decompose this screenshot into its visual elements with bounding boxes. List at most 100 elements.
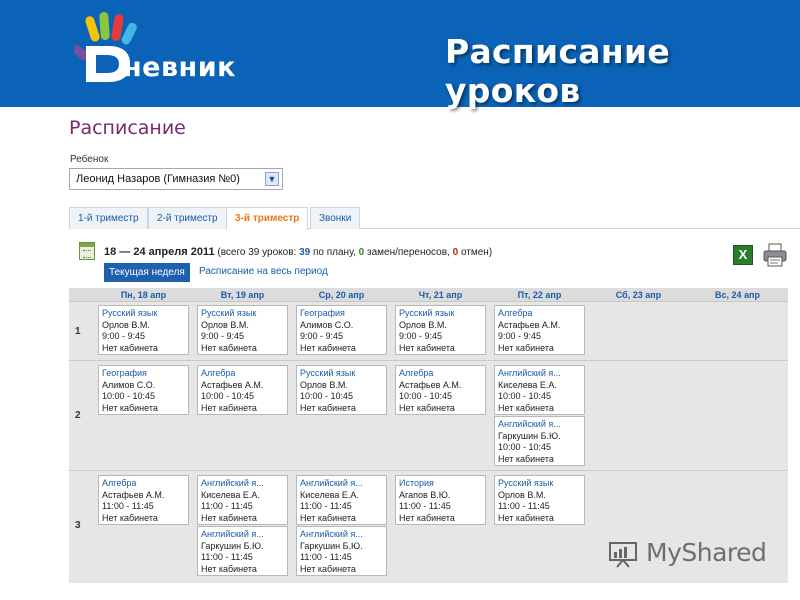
lesson-room: Нет кабинета [399, 512, 455, 523]
lesson-teacher: Орлов В.М. [201, 319, 249, 330]
lesson-subject[interactable]: География [102, 368, 185, 380]
lesson-teacher: Орлов В.М. [102, 319, 150, 330]
lesson-card[interactable]: Русский язык Орлов В.М. 11:00 - 11:45 Нет к… [494, 475, 585, 525]
lesson-subject[interactable]: Английский я... [300, 478, 383, 490]
lesson-teacher: Астафьев А.М. [498, 319, 561, 330]
day-header: Вт, 19 апр [220, 290, 265, 300]
lesson-subject[interactable]: Русский язык [300, 368, 383, 380]
calendar-icon[interactable] [79, 242, 95, 260]
lesson-teacher: Астафьев А.М. [399, 379, 462, 390]
summary-planned-word: по плану, [312, 247, 356, 258]
presentation-icon [609, 542, 637, 568]
lesson-room: Нет кабинета [498, 512, 554, 523]
lesson-subject[interactable]: Английский я... [498, 368, 581, 380]
lesson-card[interactable]: Алгебра Астафьев А.М. 10:00 - 10:45 Нет каб… [197, 365, 288, 415]
summary-changes: 0 [358, 247, 365, 258]
lesson-room: Нет кабинета [102, 342, 158, 353]
lesson-time: 11:00 - 11:45 [102, 501, 154, 511]
excel-export-icon[interactable]: X [733, 245, 753, 265]
lesson-subject[interactable]: Английский я... [201, 529, 284, 541]
logo-text: невник [123, 52, 236, 83]
lesson-subject[interactable]: Алгебра [399, 368, 482, 380]
lesson-subject[interactable]: Алгебра [498, 308, 581, 320]
chevron-down-icon[interactable]: ▼ [265, 172, 279, 186]
lesson-subject[interactable]: Русский язык [201, 308, 284, 320]
lesson-teacher: Орлов В.М. [399, 319, 447, 330]
full-period-link[interactable]: Расписание на весь период [199, 266, 328, 277]
lesson-subject[interactable]: Алгебра [102, 478, 185, 490]
lesson-time: 11:00 - 11:45 [498, 501, 550, 511]
lesson-time: 11:00 - 11:45 [300, 552, 352, 562]
lesson-card[interactable]: Английский я... Гаркушин Б.Ю. 10:00 - 10:4… [494, 416, 585, 466]
lesson-card[interactable]: Алгебра Астафьев А.М. 11:00 - 11:45 Нет каб… [98, 475, 189, 525]
lesson-card[interactable]: География Алимов С.О. 9:00 - 9:45 Нет кабин… [296, 305, 387, 355]
summary-cancels-word: отмен) [460, 247, 493, 258]
lesson-card[interactable]: География Алимов С.О. 10:00 - 10:45 Нет каб… [98, 365, 189, 415]
lesson-card[interactable]: Английский я... Гаркушин Б.Ю. 11:00 - 11:4… [296, 526, 387, 576]
lesson-teacher: Астафьев А.М. [102, 489, 165, 500]
lesson-card[interactable]: Русский язык Орлов В.М. 10:00 - 10:45 Нет к… [296, 365, 387, 415]
lesson-time: 10:00 - 10:45 [399, 391, 453, 401]
summary-prefix: (всего [217, 247, 246, 258]
slide-title: Расписание уроков [445, 32, 671, 110]
lesson-card[interactable]: Русский язык Орлов В.М. 9:00 - 9:45 Нет каб… [98, 305, 189, 355]
day-header: Ср, 20 апр [318, 290, 365, 300]
lesson-card[interactable]: Русский язык Орлов В.М. 9:00 - 9:45 Нет каб… [395, 305, 486, 355]
lesson-room: Нет кабинета [102, 512, 158, 523]
child-label: Ребенок [70, 154, 109, 165]
row-divider [69, 360, 788, 361]
lesson-card[interactable]: Алгебра Астафьев А.М. 9:00 - 9:45 Нет кабин… [494, 305, 585, 355]
lesson-teacher: Алимов С.О. [300, 319, 354, 330]
current-week-button[interactable]: Текущая неделя [104, 263, 190, 282]
row-number: 3 [75, 520, 81, 531]
tab-term-2[interactable]: 2-й триместр [148, 207, 227, 229]
lesson-subject[interactable]: Русский язык [399, 308, 482, 320]
day-header: Чт, 21 апр [418, 290, 463, 300]
lesson-card[interactable]: Алгебра Астафьев А.М. 10:00 - 10:45 Нет каб… [395, 365, 486, 415]
row-divider [69, 470, 788, 471]
lesson-teacher: Киселева Е.А. [300, 489, 359, 500]
summary-planned: 39 [299, 247, 311, 258]
tab-term-3[interactable]: 3-й триместр [226, 207, 309, 230]
summary-changes-word: замен/переносов, [366, 247, 450, 258]
lesson-time: 10:00 - 10:45 [498, 391, 552, 401]
week-summary: 18 — 24 апреля 2011 (всего 39 уроков: 39… [104, 246, 492, 258]
row-number: 1 [75, 326, 81, 337]
child-select[interactable]: Леонид Назаров (Гимназия №0) ▼ [69, 168, 283, 190]
lesson-subject[interactable]: География [300, 308, 383, 320]
lesson-room: Нет кабинета [399, 342, 455, 353]
lesson-subject[interactable]: История [399, 478, 482, 490]
week-range: 18 — 24 апреля 2011 [104, 246, 215, 258]
lesson-subject[interactable]: Английский я... [498, 419, 581, 431]
lesson-card[interactable]: Английский я... Киселева Е.А. 11:00 - 11:4… [197, 475, 288, 525]
lesson-room: Нет кабинета [201, 512, 257, 523]
lesson-teacher: Гаркушин Б.Ю. [300, 540, 363, 551]
lesson-room: Нет кабинета [201, 563, 257, 574]
lesson-card[interactable]: Английский я... Киселева Е.А. 10:00 - 10:4… [494, 365, 585, 415]
lesson-time: 10:00 - 10:45 [201, 391, 255, 401]
lesson-teacher: Киселева Е.А. [498, 379, 557, 390]
lesson-teacher: Орлов В.М. [300, 379, 348, 390]
lesson-teacher: Орлов В.М. [498, 489, 546, 500]
lesson-subject[interactable]: Алгебра [201, 368, 284, 380]
lesson-time: 9:00 - 9:45 [102, 331, 146, 341]
tab-bells[interactable]: Звонки [310, 207, 361, 229]
lesson-subject[interactable]: Английский я... [201, 478, 284, 490]
lesson-card[interactable]: Английский я... Киселева Е.А. 11:00 - 11:4… [296, 475, 387, 525]
lesson-subject[interactable]: Русский язык [498, 478, 581, 490]
lesson-teacher: Киселева Е.А. [201, 489, 260, 500]
lesson-room: Нет кабинета [300, 342, 356, 353]
lesson-card[interactable]: Английский я... Гаркушин Б.Ю. 11:00 - 11:4… [197, 526, 288, 576]
lesson-card[interactable]: История Агапов В.Ю. 11:00 - 11:45 Нет кабин… [395, 475, 486, 525]
lesson-teacher: Алимов С.О. [102, 379, 156, 390]
lesson-time: 10:00 - 10:45 [102, 391, 156, 401]
lesson-room: Нет кабинета [102, 402, 158, 413]
day-header: Вс, 24 апр [715, 290, 760, 300]
lesson-subject[interactable]: Русский язык [102, 308, 185, 320]
lesson-card[interactable]: Русский язык Орлов В.М. 9:00 - 9:45 Нет каб… [197, 305, 288, 355]
printer-icon[interactable] [762, 242, 788, 268]
grid-header: Пн, 18 апр Вт, 19 апр Ср, 20 апр Чт, 21 … [69, 288, 788, 302]
lesson-subject[interactable]: Английский я... [300, 529, 383, 541]
tab-term-1[interactable]: 1-й триместр [69, 207, 148, 229]
lesson-room: Нет кабинета [201, 342, 257, 353]
